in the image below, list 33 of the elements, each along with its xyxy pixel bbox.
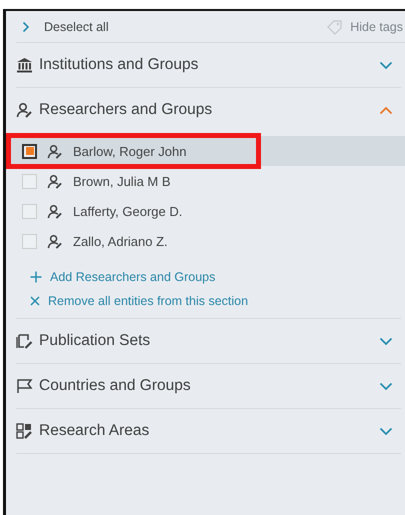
researcher-row[interactable]: Brown, Julia M B	[6, 166, 405, 196]
section-header[interactable]: Research Areas	[16, 409, 401, 453]
deselect-all-button[interactable]: Deselect all	[16, 20, 109, 34]
document-icon	[16, 333, 33, 349]
person-icon	[47, 144, 63, 158]
chevron-right-icon	[22, 20, 30, 32]
section-header[interactable]: Institutions and Groups	[16, 43, 401, 87]
chevron-down-icon	[379, 336, 393, 346]
researcher-row[interactable]: Lafferty, George D.	[6, 196, 405, 226]
checkbox[interactable]	[22, 144, 37, 158]
close-icon	[30, 296, 40, 306]
chevron-down-icon	[379, 382, 393, 390]
person-icon	[47, 204, 63, 218]
person-icon	[47, 174, 63, 188]
researcher-name: Zallo, Adriano Z.	[73, 234, 168, 248]
researcher-name: Barlow, Roger John	[73, 144, 186, 158]
bank-icon	[16, 57, 33, 73]
chevron-down-icon	[379, 60, 393, 70]
chevron-up-icon	[379, 106, 393, 114]
section-header[interactable]: Countries and Groups	[16, 364, 401, 408]
section-header[interactable]: Researchers and Groups	[16, 88, 401, 132]
researcher-row[interactable]: Zallo, Adriano Z.	[6, 226, 405, 256]
plus-icon	[30, 271, 42, 283]
tag-icon	[326, 18, 344, 34]
person-icon	[47, 234, 63, 248]
grid-icon	[16, 423, 33, 439]
flag-icon	[16, 378, 33, 394]
researcher-name: Lafferty, George D.	[73, 204, 182, 218]
section-header[interactable]: Publication Sets	[16, 319, 401, 363]
researcher-row[interactable]: Barlow, Roger John	[6, 136, 405, 166]
researcher-name: Brown, Julia M B	[73, 174, 171, 188]
person-icon	[16, 102, 33, 118]
chevron-down-icon	[379, 426, 393, 436]
